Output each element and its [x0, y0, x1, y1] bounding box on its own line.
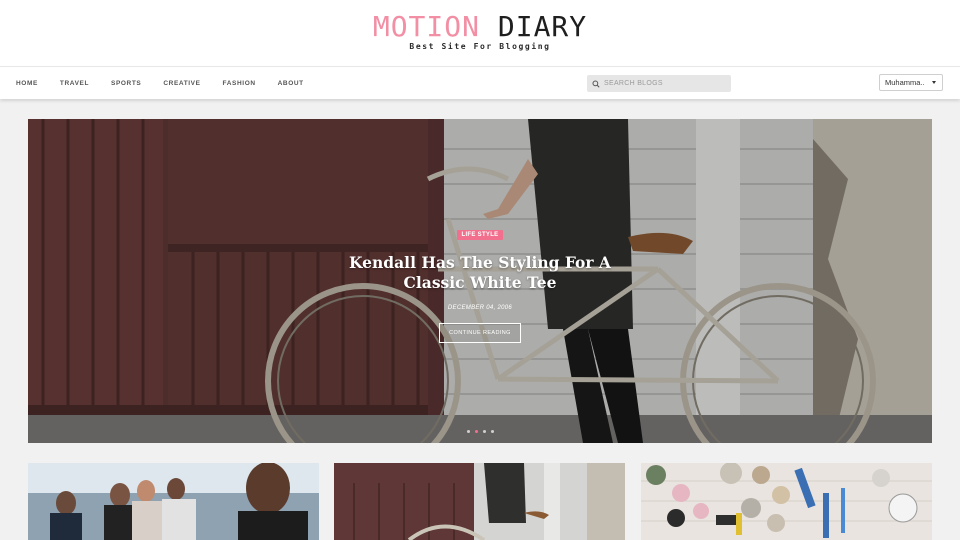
slider-dot[interactable] — [490, 430, 494, 433]
search-icon — [592, 79, 600, 88]
continue-reading-button[interactable]: CONTINUE READING — [439, 323, 521, 343]
slider-dot-active[interactable] — [474, 430, 478, 433]
post-card-image[interactable] — [28, 463, 319, 540]
hero-content: LIFE STYLE Kendall Has The Styling For A… — [28, 223, 932, 343]
search-box[interactable] — [587, 75, 731, 92]
hero-date: DECEMBER 04, 2006 — [447, 305, 513, 311]
slider-dot[interactable] — [466, 430, 470, 433]
site-title: MOTION DIARY — [0, 12, 960, 42]
hero-title[interactable]: Kendall Has The Styling For A Classic Wh… — [28, 253, 932, 293]
user-menu[interactable]: Muhamma.. — [879, 74, 943, 91]
craft-supplies-image — [641, 463, 932, 540]
nav-item-fashion[interactable]: FASHION — [223, 80, 256, 87]
site-header: MOTION DIARY Best Site For Blogging — [0, 0, 960, 66]
post-card-image[interactable] — [641, 463, 932, 540]
nav-item-sports[interactable]: SPORTS — [111, 80, 141, 87]
hero-slider: LIFE STYLE Kendall Has The Styling For A… — [28, 119, 932, 443]
nav-item-about[interactable]: ABOUT — [278, 80, 304, 87]
hero-title-line2: Classic White Tee — [403, 273, 557, 292]
post-card-image[interactable] — [334, 463, 625, 540]
chevron-down-icon[interactable] — [932, 81, 936, 84]
main-nav: HOME TRAVEL SPORTS CREATIVE FASHION ABOU… — [0, 66, 960, 99]
nav-item-travel[interactable]: TRAVEL — [60, 80, 89, 87]
site-title-part1: MOTION — [372, 10, 480, 43]
user-name: Muhamma.. — [885, 78, 925, 87]
bicycle-photo-image — [334, 463, 625, 540]
site-logo[interactable]: MOTION DIARY Best Site For Blogging — [0, 12, 960, 52]
nav-item-creative[interactable]: CREATIVE — [163, 80, 200, 87]
hero-title-line1: Kendall Has The Styling For A — [349, 253, 611, 272]
nav-item-home[interactable]: HOME — [16, 80, 38, 87]
site-tagline: Best Site For Blogging — [409, 42, 551, 51]
slider-dots — [28, 430, 932, 433]
category-badge[interactable]: LIFE STYLE — [457, 230, 503, 240]
nav-menu: HOME TRAVEL SPORTS CREATIVE FASHION ABOU… — [16, 67, 326, 100]
group-photo-image — [28, 463, 319, 540]
site-title-part2: DIARY — [497, 10, 588, 43]
slider-dot[interactable] — [482, 430, 486, 433]
search-input[interactable] — [604, 80, 724, 87]
